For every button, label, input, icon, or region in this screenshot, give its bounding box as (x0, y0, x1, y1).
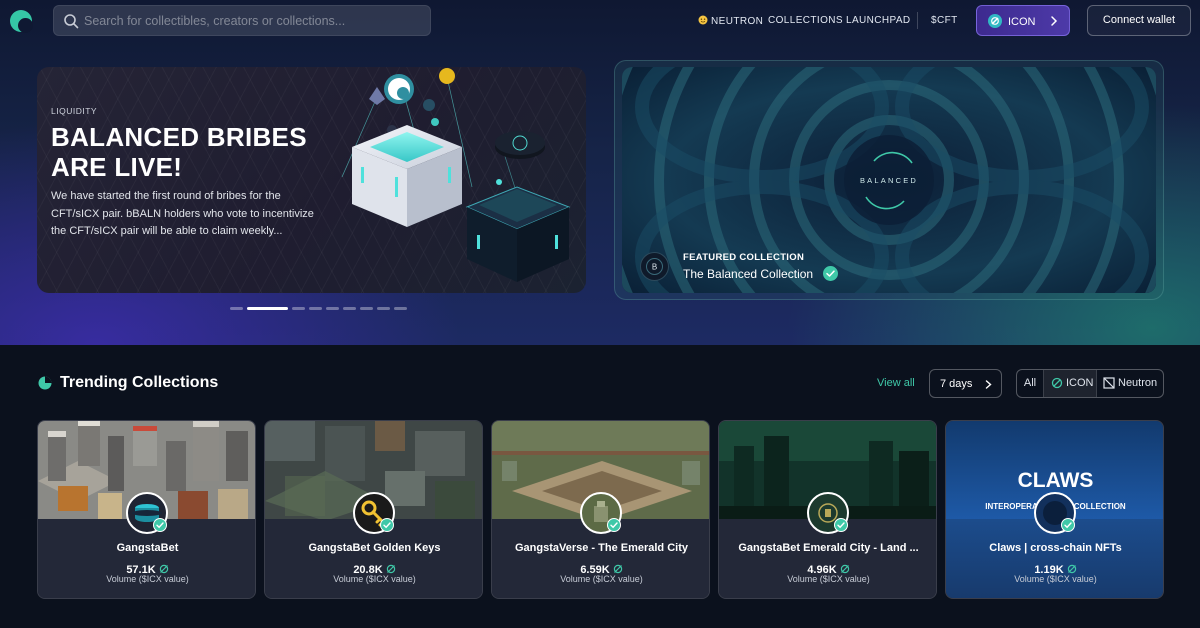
view-all-link[interactable]: View all (877, 377, 915, 389)
icon-chain-icon (159, 564, 168, 574)
banner-description: We have started the first round of bribe… (51, 190, 314, 237)
carousel-dot[interactable] (343, 307, 356, 310)
filter-label: ICON (1066, 377, 1094, 389)
chevron-right-icon (1051, 16, 1058, 26)
connect-wallet-button[interactable]: Connect wallet (1087, 5, 1191, 36)
collection-card[interactable]: GangstaVerse - The Emerald City 6.59K Vo… (491, 420, 710, 599)
featured-avatar: B (640, 252, 669, 281)
icon-chain-icon (613, 564, 622, 574)
carousel-dot[interactable] (230, 307, 243, 310)
collection-card[interactable]: GangstaBet 57.1K Volume ($ICX value) (37, 420, 256, 599)
featured-art-text: BALANCED (860, 176, 918, 185)
period-select[interactable]: 7 days (929, 369, 1002, 398)
featured-avatar-letter: B (652, 263, 657, 272)
collection-name: GangstaVerse - The Emerald City (514, 542, 688, 554)
icon-chain-icon (1051, 377, 1063, 389)
nav-link-neutron[interactable]: NEUTRON (698, 15, 763, 27)
banner-title: BALANCED BRIBES ARE LIVE! (51, 122, 307, 182)
carousel-dot[interactable] (309, 307, 322, 310)
banner-eyebrow: LIQUIDITY (51, 106, 98, 116)
trending-title: Trending Collections (60, 374, 219, 391)
carousel-dot[interactable] (394, 307, 407, 310)
claws-banner-title: CLAWS (1018, 469, 1094, 492)
network-label: ICON (1008, 16, 1036, 28)
chevron-right-icon (985, 380, 992, 389)
carousel-dot[interactable] (247, 307, 288, 310)
collection-card[interactable]: GangstaBet Emerald City - Land ... 4.96K… (718, 420, 937, 599)
volume-label: Volume ($ICX value) (333, 574, 416, 584)
icon-chain-icon (840, 564, 849, 574)
carousel-dot[interactable] (292, 307, 305, 310)
featured-eyebrow: FEATURED COLLECTION (683, 252, 805, 263)
search-input[interactable] (84, 6, 424, 35)
volume-label: Volume ($ICX value) (560, 574, 643, 584)
verified-icon (607, 518, 621, 532)
nav-divider (917, 12, 918, 29)
verified-icon (1061, 518, 1075, 532)
chain-filter: All ICON Neutron (1016, 369, 1164, 398)
nav-link-label: NEUTRON (711, 16, 764, 27)
nav-link-collections[interactable]: COLLECTIONS (768, 15, 843, 26)
verified-icon (834, 518, 848, 532)
carousel-dot[interactable] (360, 307, 373, 310)
collection-card[interactable]: GangstaBet Golden Keys 20.8K Volume ($IC… (264, 420, 483, 599)
filter-label: Neutron (1118, 377, 1158, 389)
filter-neutron[interactable]: Neutron (1097, 370, 1163, 397)
search-bar[interactable] (53, 5, 431, 36)
icon-chain-icon (386, 564, 395, 574)
neutron-chain-icon (1103, 377, 1115, 389)
featured-collection-name[interactable]: The Balanced Collection (683, 267, 813, 281)
search-icon (64, 14, 79, 29)
collection-name: GangstaBet Golden Keys (308, 542, 441, 554)
banner-illustration (341, 68, 571, 282)
trending-icon (38, 376, 52, 390)
volume-label: Volume ($ICX value) (1014, 574, 1097, 584)
top-navbar: NEUTRON COLLECTIONS LAUNCHPAD $CFT ICON … (0, 0, 1200, 42)
nav-link-launchpad[interactable]: LAUNCHPAD (846, 15, 911, 26)
period-label: 7 days (940, 378, 973, 390)
volume-label: Volume ($ICX value) (106, 574, 189, 584)
network-select-button[interactable]: ICON (976, 5, 1070, 36)
collection-name: GangstaBet Emerald City - Land ... (738, 542, 919, 554)
collection-name: GangstaBet (116, 542, 179, 554)
icon-chain-icon (988, 14, 1002, 28)
collection-card[interactable]: CLAWS INTEROPERABLE NFT COLLECTION Claws… (945, 420, 1164, 599)
verified-icon (153, 518, 167, 532)
filter-all[interactable]: All (1017, 370, 1043, 397)
filter-icon[interactable]: ICON (1044, 370, 1096, 397)
volume-label: Volume ($ICX value) (787, 574, 870, 584)
neutron-emoji-icon (698, 15, 708, 25)
icon-chain-icon (1067, 564, 1076, 574)
verified-icon (380, 518, 394, 532)
carousel-dot[interactable] (326, 307, 339, 310)
craft-logo-icon[interactable] (9, 9, 33, 33)
verified-icon (823, 266, 838, 281)
hero-banner[interactable]: LIQUIDITY BALANCED BRIBES ARE LIVE! We h… (37, 67, 586, 293)
collection-name: Claws | cross-chain NFTs (989, 542, 1122, 554)
filter-label: All (1023, 377, 1037, 389)
carousel-dot[interactable] (377, 307, 390, 310)
nav-link-cft[interactable]: $CFT (931, 15, 958, 26)
